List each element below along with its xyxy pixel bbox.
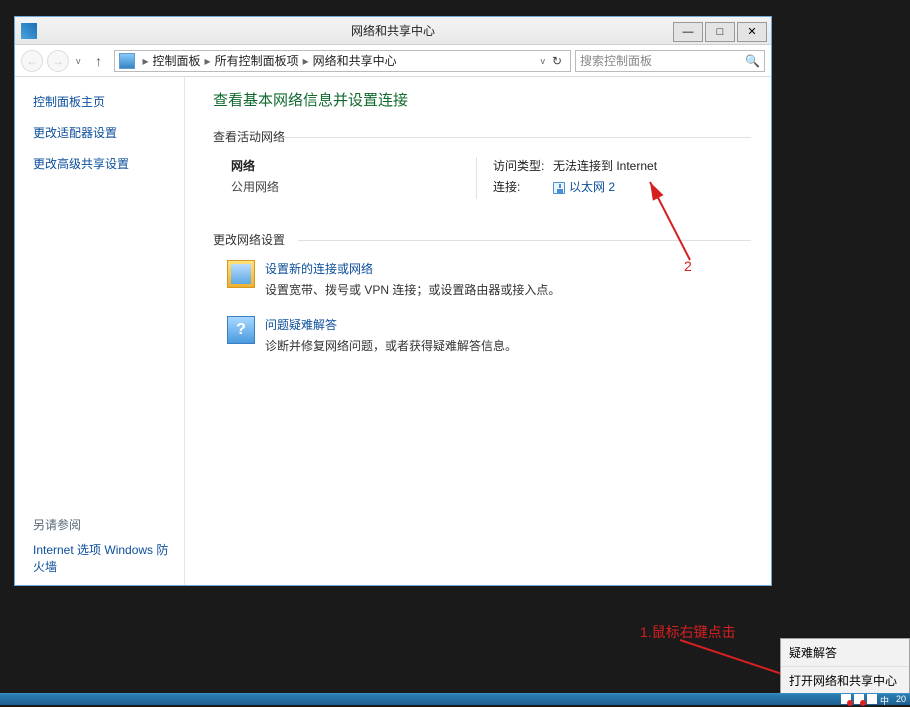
troubleshoot-desc: 诊断并修复网络问题，或者获得疑难解答信息。	[265, 337, 517, 354]
annotation-label-2: 2	[684, 258, 692, 274]
refresh-button[interactable]: ↻	[548, 52, 566, 70]
access-type-label: 访问类型:	[493, 157, 553, 174]
window: 网络和共享中心 — □ ✕ ← → v ↑ ▸ 控制面板 ▸ 所有控制面板项 ▸…	[14, 16, 772, 586]
see-also: 另请参阅 Internet 选项 Windows 防火墙	[33, 516, 172, 575]
window-title: 网络和共享中心	[351, 22, 435, 39]
maximize-button[interactable]: □	[705, 22, 735, 42]
tray-network-icon[interactable]	[854, 694, 864, 704]
address-dropdown[interactable]: v	[538, 56, 549, 66]
history-dropdown[interactable]: v	[73, 56, 84, 66]
search-box[interactable]: 🔍	[575, 50, 765, 72]
forward-button[interactable]: →	[47, 50, 69, 72]
menu-item-troubleshoot[interactable]: 疑难解答	[781, 639, 909, 667]
new-connection-icon	[227, 260, 255, 288]
search-input[interactable]	[580, 54, 745, 68]
troubleshoot-link[interactable]: 问题疑难解答	[265, 316, 517, 333]
back-button[interactable]: ←	[21, 50, 43, 72]
search-icon[interactable]: 🔍	[745, 54, 760, 68]
tray-ime-indicator[interactable]: 中	[880, 694, 889, 704]
titlebar: 网络和共享中心 — □ ✕	[15, 17, 771, 45]
change-settings-header: 更改网络设置	[213, 231, 751, 248]
tray-action-center-icon[interactable]	[841, 694, 851, 704]
window-buttons: — □ ✕	[673, 20, 771, 42]
address-bar[interactable]: ▸ 控制面板 ▸ 所有控制面板项 ▸ 网络和共享中心 v ↻	[114, 50, 572, 72]
close-button[interactable]: ✕	[737, 22, 767, 42]
active-networks-header: 查看活动网络	[213, 128, 751, 145]
see-also-label: 另请参阅	[33, 516, 172, 533]
system-tray: 中 20	[841, 693, 908, 705]
network-identity: 网络 公用网络	[213, 157, 468, 199]
sidebar-adapter-settings[interactable]: 更改适配器设置	[33, 124, 172, 141]
breadcrumb-sep: ▸	[143, 54, 149, 68]
sidebar: 控制面板主页 更改适配器设置 更改高级共享设置 另请参阅 Internet 选项…	[15, 77, 185, 585]
network-details: 访问类型: 无法连接到 Internet 连接: 以太网 2	[485, 157, 751, 199]
connections-label: 连接:	[493, 178, 553, 195]
tray-context-menu: 疑难解答 打开网络和共享中心	[780, 638, 910, 695]
main-pane: 查看基本网络信息并设置连接 查看活动网络 网络 公用网络 访问类型: 无法连接到…	[185, 77, 771, 585]
sidebar-advanced-sharing[interactable]: 更改高级共享设置	[33, 155, 172, 172]
option-new-connection: 设置新的连接或网络 设置宽带、拨号或 VPN 连接；或设置路由器或接入点。	[227, 260, 751, 298]
breadcrumb-item-1[interactable]: 所有控制面板项	[215, 52, 299, 69]
up-button[interactable]: ↑	[88, 50, 110, 72]
option-troubleshoot: 问题疑难解答 诊断并修复网络问题，或者获得疑难解答信息。	[227, 316, 751, 354]
new-connection-desc: 设置宽带、拨号或 VPN 连接；或设置路由器或接入点。	[265, 281, 560, 298]
breadcrumb-sep: ▸	[303, 54, 309, 68]
location-icon	[119, 53, 135, 69]
tray-clock[interactable]: 20	[896, 694, 906, 704]
network-name: 网络	[231, 157, 468, 174]
content: 控制面板主页 更改适配器设置 更改高级共享设置 另请参阅 Internet 选项…	[15, 77, 771, 585]
ethernet-link[interactable]: 以太网 2	[569, 180, 615, 194]
annotation-label-1: 1.鼠标右键点击	[640, 622, 736, 642]
taskbar[interactable]	[0, 693, 910, 705]
tray-volume-icon[interactable]	[867, 694, 877, 704]
troubleshoot-icon	[227, 316, 255, 344]
active-networks: 网络 公用网络 访问类型: 无法连接到 Internet 连接: 以太网 2	[213, 157, 751, 199]
sidebar-home[interactable]: 控制面板主页	[33, 93, 172, 110]
breadcrumb-item-2[interactable]: 网络和共享中心	[313, 52, 397, 69]
network-type: 公用网络	[231, 178, 468, 195]
page-title: 查看基本网络信息并设置连接	[213, 89, 751, 110]
app-icon	[21, 23, 37, 39]
menu-item-open-network-center[interactable]: 打开网络和共享中心	[781, 667, 909, 694]
ethernet-icon	[553, 182, 565, 194]
new-connection-link[interactable]: 设置新的连接或网络	[265, 260, 560, 277]
access-type-value: 无法连接到 Internet	[553, 157, 657, 174]
navbar: ← → v ↑ ▸ 控制面板 ▸ 所有控制面板项 ▸ 网络和共享中心 v ↻ 🔍	[15, 45, 771, 77]
divider	[476, 157, 477, 199]
breadcrumb-item-0[interactable]: 控制面板	[153, 52, 201, 69]
minimize-button[interactable]: —	[673, 22, 703, 42]
sidebar-internet-options[interactable]: Internet 选项	[33, 543, 101, 557]
breadcrumb-sep: ▸	[205, 54, 211, 68]
